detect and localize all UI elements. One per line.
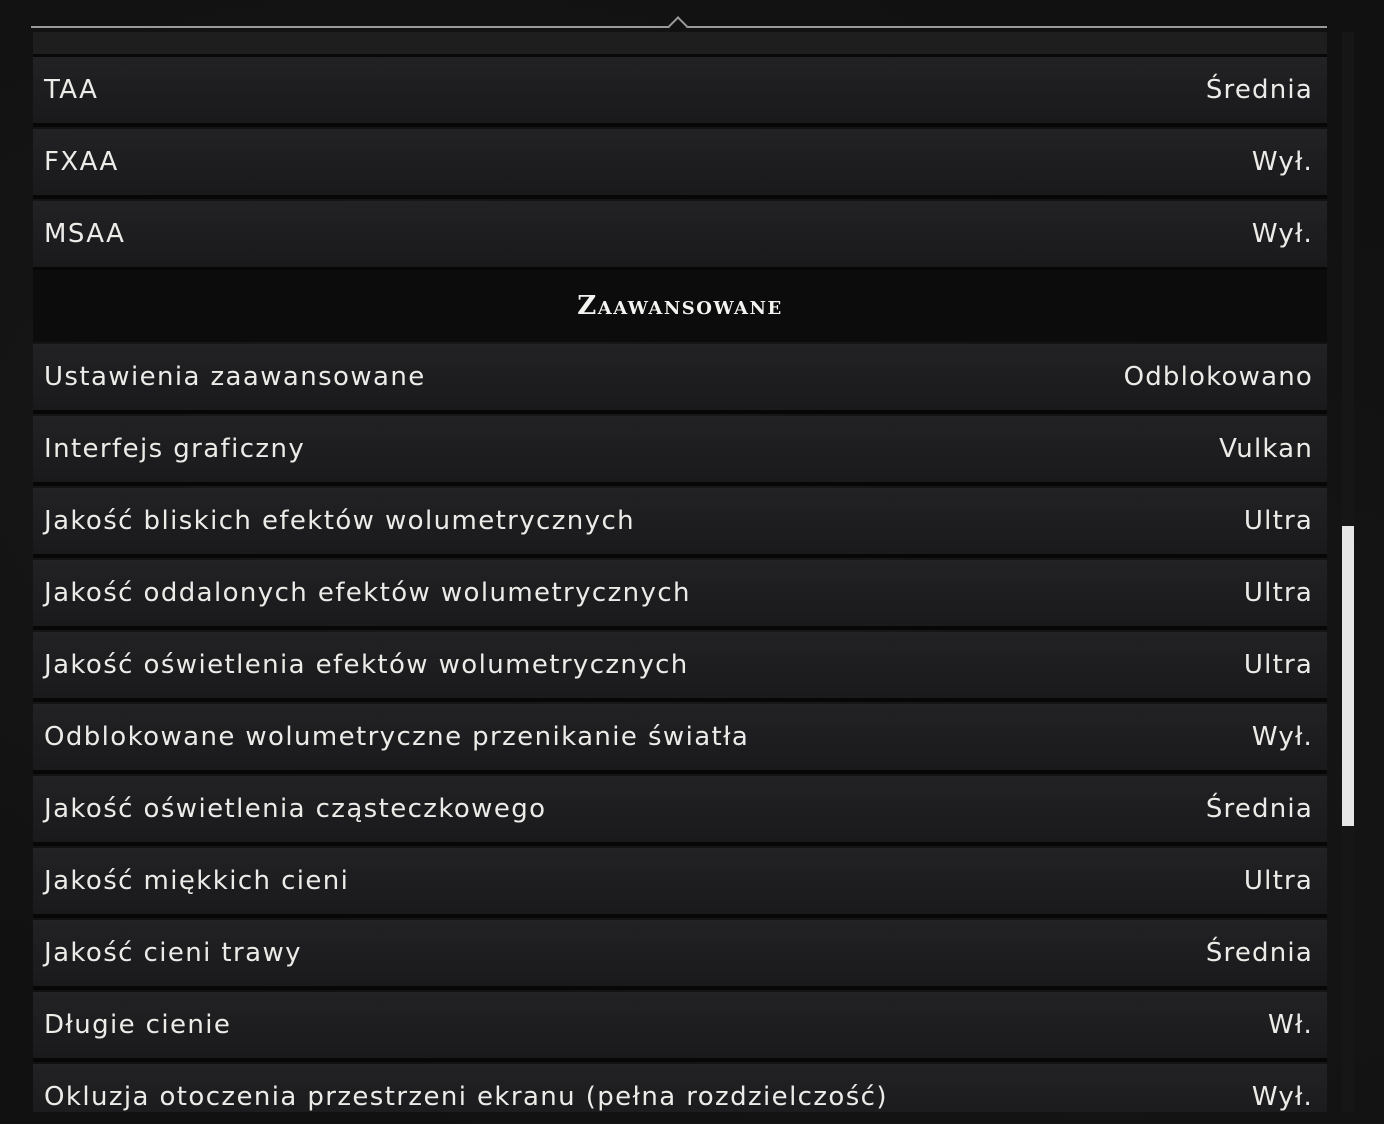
settings-row-fxaa[interactable]: FXAA Wył. <box>33 129 1327 199</box>
setting-label: TAA <box>44 75 99 105</box>
settings-row-long-shadows[interactable]: Długie cienie Wł. <box>33 992 1327 1062</box>
setting-value: Odblokowano <box>1123 362 1313 392</box>
setting-label: FXAA <box>44 147 119 177</box>
setting-value: Ultra <box>1243 866 1313 896</box>
setting-value: Ultra <box>1243 650 1313 680</box>
settings-row-taa[interactable]: TAA Średnia <box>33 57 1327 127</box>
scrollbar-thumb[interactable] <box>1342 526 1354 826</box>
setting-value: Ultra <box>1243 578 1313 608</box>
settings-row-msaa[interactable]: MSAA Wył. <box>33 201 1327 271</box>
section-title: Zaawansowane <box>577 291 783 321</box>
setting-label: MSAA <box>44 219 126 249</box>
setting-label: Jakość oddalonych efektów wolumetrycznyc… <box>44 578 691 608</box>
setting-value: Wył. <box>1251 722 1313 752</box>
setting-label: Jakość cieni trawy <box>44 938 302 968</box>
settings-row-advanced-settings[interactable]: Ustawienia zaawansowane Odblokowano <box>33 344 1327 414</box>
settings-row-ssao-full-res[interactable]: Okluzja otoczenia przestrzeni ekranu (pe… <box>33 1064 1327 1112</box>
settings-row-particle-lighting[interactable]: Jakość oświetlenia cząsteczkowego Średni… <box>33 776 1327 846</box>
setting-value: Wył. <box>1251 147 1313 177</box>
setting-label: Jakość oświetlenia efektów wolumetryczny… <box>44 650 689 680</box>
settings-row-near-volumetrics[interactable]: Jakość bliskich efektów wolumetrycznych … <box>33 488 1327 558</box>
settings-row-volumetric-lighting[interactable]: Jakość oświetlenia efektów wolumetryczny… <box>33 632 1327 702</box>
setting-label: Odblokowane wolumetryczne przenikanie św… <box>44 722 750 752</box>
setting-label: Jakość bliskich efektów wolumetrycznych <box>44 506 636 536</box>
setting-value: Średnia <box>1205 938 1313 968</box>
setting-label: Długie cienie <box>44 1010 232 1040</box>
settings-row-raymarch[interactable]: Odblokowane wolumetryczne przenikanie św… <box>33 704 1327 774</box>
setting-value: Vulkan <box>1219 434 1313 464</box>
settings-list: TAA Średnia FXAA Wył. MSAA Wył. Zaawanso… <box>33 32 1327 1112</box>
settings-row-graphics-api[interactable]: Interfejs graficzny Vulkan <box>33 416 1327 486</box>
setting-label: Jakość miękkich cieni <box>44 866 350 896</box>
setting-value: Wył. <box>1251 219 1313 249</box>
setting-label: Okluzja otoczenia przestrzeni ekranu (pe… <box>44 1082 888 1112</box>
settings-row-grass-shadows[interactable]: Jakość cieni trawy Średnia <box>33 920 1327 990</box>
settings-row-soft-shadows[interactable]: Jakość miękkich cieni Ultra <box>33 848 1327 918</box>
setting-value: Wył. <box>1251 1082 1313 1112</box>
setting-label: Ustawienia zaawansowane <box>44 362 426 392</box>
setting-label: Interfejs graficzny <box>44 434 306 464</box>
setting-label: Jakość oświetlenia cząsteczkowego <box>44 794 547 824</box>
setting-value: Średnia <box>1205 75 1313 105</box>
settings-row-far-volumetrics[interactable]: Jakość oddalonych efektów wolumetrycznyc… <box>33 560 1327 630</box>
section-header-advanced: Zaawansowane <box>33 270 1327 342</box>
settings-row-partial <box>33 32 1327 57</box>
setting-value: Średnia <box>1205 794 1313 824</box>
setting-value: Wł. <box>1268 1010 1313 1040</box>
setting-value: Ultra <box>1243 506 1313 536</box>
